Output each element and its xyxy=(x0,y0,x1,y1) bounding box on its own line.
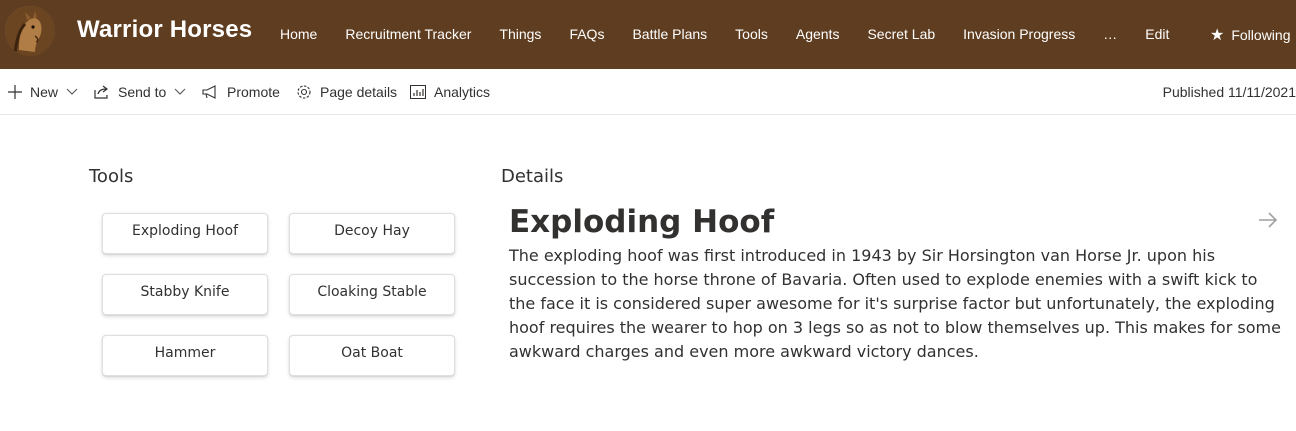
top-navigation: Home Recruitment Tracker Things FAQs Bat… xyxy=(266,0,1183,69)
details-section-title: Details xyxy=(501,166,564,187)
new-button[interactable]: New xyxy=(8,69,78,114)
site-title[interactable]: Warrior Horses xyxy=(77,16,252,44)
promote-label: Promote xyxy=(227,83,280,100)
page-details-label: Page details xyxy=(320,83,398,100)
send-to-button[interactable]: Send to xyxy=(94,69,186,114)
share-icon xyxy=(94,85,108,99)
following-label: Following xyxy=(1231,26,1291,43)
command-bar: New Send to Promote Page details Analyti… xyxy=(0,69,1296,115)
nav-edit[interactable]: Edit xyxy=(1131,0,1183,69)
nav-tools[interactable]: Tools xyxy=(721,0,782,69)
detail-body: The exploding hoof was first introduced … xyxy=(509,246,1281,361)
nav-recruitment-tracker[interactable]: Recruitment Tracker xyxy=(331,0,485,69)
page-details-button[interactable]: Page details xyxy=(296,69,397,114)
new-label: New xyxy=(30,83,59,100)
analytics-label: Analytics xyxy=(434,83,491,100)
megaphone-icon xyxy=(202,84,216,99)
chevron-down-icon xyxy=(174,88,186,95)
arrow-right-icon[interactable] xyxy=(1256,208,1280,232)
tool-button-exploding-hoof[interactable]: Exploding Hoof xyxy=(102,213,268,254)
published-date: Published 11/11/2021 xyxy=(1162,83,1296,100)
detail-heading: Exploding Hoof xyxy=(509,204,775,240)
site-header: Warrior Horses Home Recruitment Tracker … xyxy=(0,0,1296,69)
send-to-label: Send to xyxy=(118,83,167,100)
tool-button-hammer[interactable]: Hammer xyxy=(102,335,268,376)
plus-icon xyxy=(8,84,22,99)
nav-more-button[interactable]: … xyxy=(1089,0,1131,69)
nav-home[interactable]: Home xyxy=(266,0,331,69)
analytics-button[interactable]: Analytics xyxy=(410,69,490,114)
nav-secret-lab[interactable]: Secret Lab xyxy=(853,0,949,69)
analytics-icon xyxy=(410,84,426,99)
tool-button-decoy-hay[interactable]: Decoy Hay xyxy=(289,213,455,254)
tool-button-cloaking-stable[interactable]: Cloaking Stable xyxy=(289,274,455,315)
nav-agents[interactable]: Agents xyxy=(782,0,854,69)
tool-button-stabby-knife[interactable]: Stabby Knife xyxy=(102,274,268,315)
nav-faqs[interactable]: FAQs xyxy=(555,0,618,69)
tool-button-oat-boat[interactable]: Oat Boat xyxy=(289,335,455,376)
star-icon: ★ xyxy=(1210,26,1225,44)
tools-section-title: Tools xyxy=(89,166,134,187)
gear-icon xyxy=(297,84,311,99)
nav-things[interactable]: Things xyxy=(485,0,555,69)
horse-logo-icon[interactable] xyxy=(5,6,55,56)
nav-invasion-progress[interactable]: Invasion Progress xyxy=(949,0,1089,69)
following-button[interactable]: ★ Following xyxy=(1210,0,1290,69)
nav-battle-plans[interactable]: Battle Plans xyxy=(618,0,721,69)
chevron-down-icon xyxy=(66,88,78,95)
promote-button[interactable]: Promote xyxy=(202,69,280,114)
